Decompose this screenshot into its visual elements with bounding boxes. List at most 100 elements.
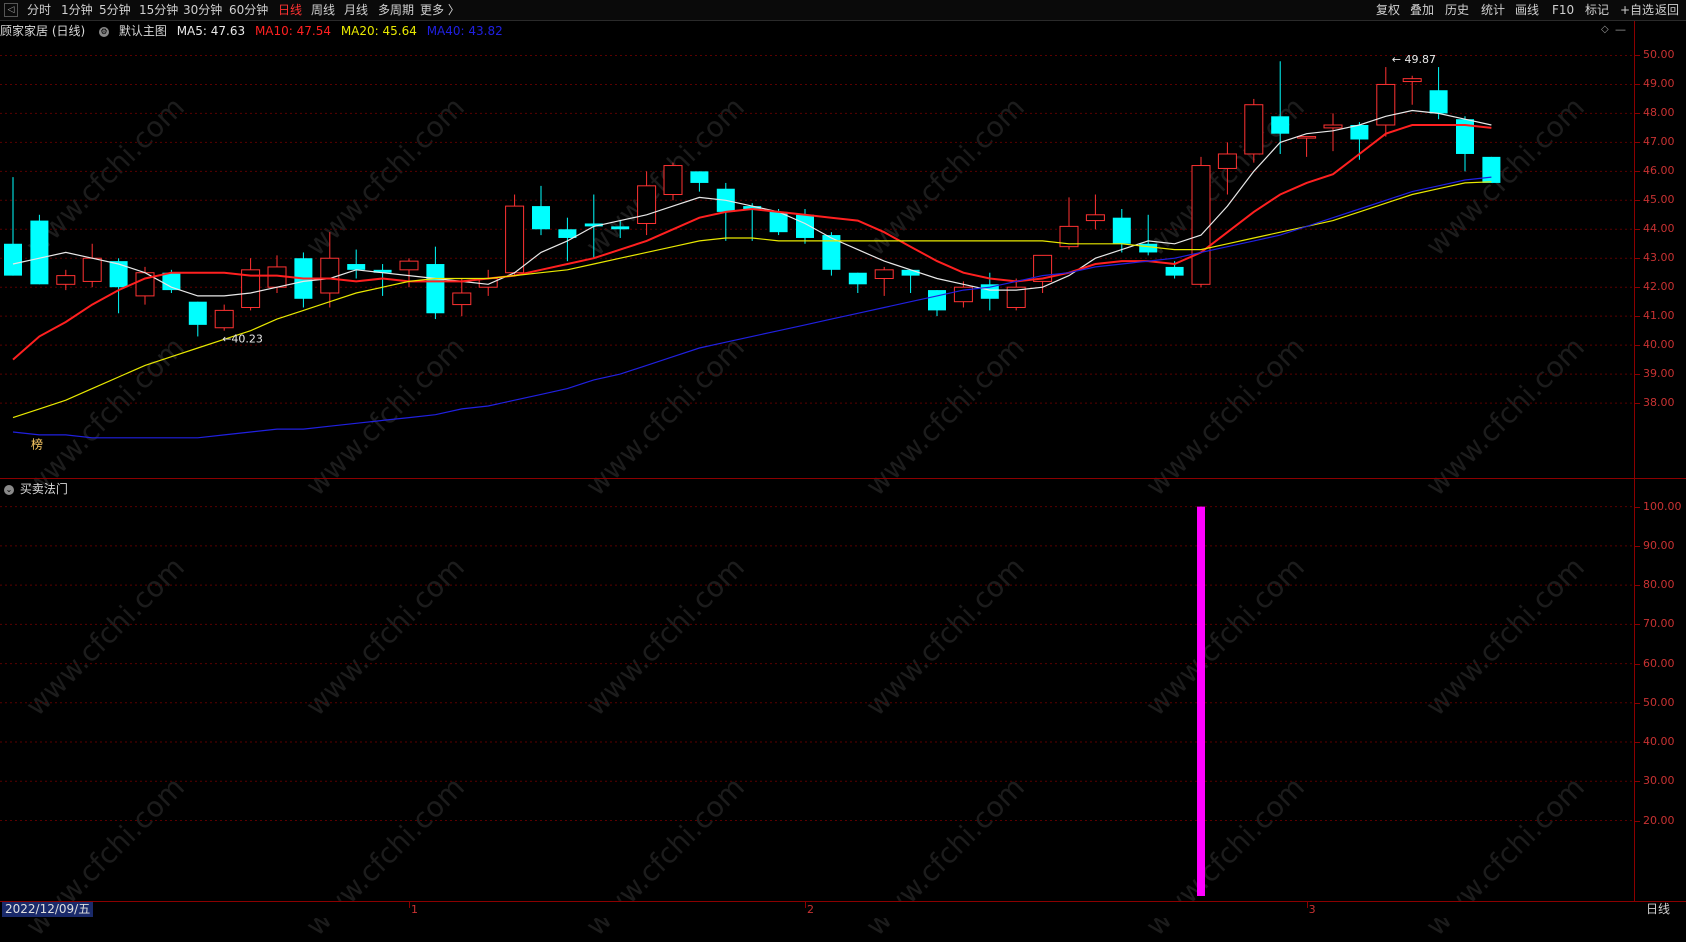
candle[interactable]: [1323, 113, 1343, 152]
candle[interactable]: [452, 278, 472, 317]
candle[interactable]: [320, 232, 340, 308]
period-tab-9[interactable]: 多周期: [378, 2, 414, 18]
month-tick: [805, 902, 806, 908]
candle-body: [1085, 214, 1105, 222]
main-chart-panel[interactable]: ← 49.87 ←40.23 榜: [0, 21, 1634, 479]
candle[interactable]: [82, 243, 102, 288]
signal-tick-label: 40.00: [1643, 735, 1675, 749]
chevron-down-icon[interactable]: ⌄: [4, 484, 14, 495]
signal-bar-chart[interactable]: [0, 479, 1634, 900]
candle[interactable]: [901, 269, 920, 293]
main-chart-legend: 顾家家居 (日线) ⚙ 默认主图 MA5: 47.63 MA10: 47.54 …: [0, 22, 509, 38]
sub-chart-panel[interactable]: [0, 479, 1634, 900]
period-tab-4[interactable]: 30分钟: [183, 2, 222, 18]
candle[interactable]: [214, 304, 234, 331]
candle[interactable]: [241, 258, 261, 311]
ma5-label: MA5: 47.63: [176, 24, 246, 38]
settings-icon[interactable]: ⚙: [99, 26, 110, 37]
candle[interactable]: [874, 266, 894, 296]
function-button-6[interactable]: 标记: [1585, 2, 1609, 18]
axis-tick: [1635, 403, 1640, 405]
candle[interactable]: [478, 269, 498, 296]
candle[interactable]: [1139, 214, 1158, 256]
period-tab-0[interactable]: 分时: [27, 2, 51, 18]
candle[interactable]: [1297, 136, 1317, 157]
selected-date: 2022/12/09/五: [2, 902, 94, 917]
signal-tick-label: 30.00: [1643, 774, 1675, 788]
axis-tick: [1635, 820, 1640, 822]
candle[interactable]: [30, 214, 49, 285]
price-axis[interactable]: 38.00 39.00 40.00 41.00 42.00 43.00 44.00 45.00…: [1634, 21, 1686, 901]
candle[interactable]: [822, 232, 841, 276]
indicator-name[interactable]: 默认主图: [119, 24, 167, 38]
price-tick-label: 45.00: [1643, 193, 1675, 207]
candle[interactable]: [188, 301, 207, 337]
candle-body: [637, 185, 657, 224]
period-tab-5[interactable]: 60分钟: [229, 2, 268, 18]
candle[interactable]: [505, 194, 525, 276]
candle[interactable]: [1429, 67, 1448, 120]
candle-body: [1217, 153, 1237, 169]
axis-tick: [1635, 742, 1640, 744]
candle[interactable]: [1191, 156, 1211, 288]
diamond-icon[interactable]: ◇: [1601, 24, 1609, 35]
period-tab-6[interactable]: 日线: [278, 2, 302, 18]
price-tick-label: 44.00: [1643, 222, 1675, 236]
candle-body: [347, 264, 366, 270]
candle[interactable]: [1482, 156, 1501, 183]
function-button-7[interactable]: +自选: [1620, 2, 1654, 18]
candle-body: [320, 257, 340, 294]
function-button-5[interactable]: F10: [1552, 2, 1574, 18]
ma10-line: [12, 124, 1492, 361]
ma10-label: MA10: 47.54: [254, 24, 331, 38]
candle[interactable]: [1217, 142, 1237, 195]
axis-tick: [1635, 585, 1640, 587]
function-button-0[interactable]: 复权: [1376, 2, 1400, 18]
candle[interactable]: [56, 269, 76, 291]
candle[interactable]: [637, 171, 657, 236]
candle[interactable]: [294, 252, 313, 308]
candle[interactable]: [426, 246, 445, 320]
candle[interactable]: [690, 171, 709, 192]
candle[interactable]: [1244, 98, 1264, 163]
candle-body: [1297, 136, 1317, 139]
period-tab-8[interactable]: 月线: [344, 2, 368, 18]
candle[interactable]: [663, 162, 683, 201]
candle[interactable]: [532, 185, 550, 236]
collapse-icon[interactable]: —: [1615, 23, 1626, 36]
candle[interactable]: [1112, 209, 1131, 253]
axis-tick: [1635, 84, 1640, 86]
marker-badge: 榜: [31, 437, 43, 452]
sub-indicator-title[interactable]: 买卖法门: [20, 482, 68, 496]
month-mark: 2: [807, 903, 814, 916]
period-tab-10[interactable]: 更多 〉: [420, 2, 460, 18]
candle-body: [214, 309, 234, 329]
function-button-4[interactable]: 画线: [1515, 2, 1539, 18]
period-tab-7[interactable]: 周线: [311, 2, 335, 18]
stock-title[interactable]: 顾家家居 (日线): [0, 24, 85, 38]
period-tab-2[interactable]: 5分钟: [99, 2, 131, 18]
function-button-8[interactable]: 返回: [1655, 2, 1679, 18]
signal-bar[interactable]: [1197, 506, 1205, 896]
period-tab-1[interactable]: 1分钟: [61, 2, 93, 18]
back-arrow-icon[interactable]: ◁: [4, 3, 18, 17]
period-tab-3[interactable]: 15分钟: [139, 2, 178, 18]
candle[interactable]: [1376, 67, 1396, 137]
ma40-label: MA40: 43.82: [426, 24, 503, 38]
signal-tick-label: 100.00: [1643, 499, 1682, 513]
price-tick-label: 50.00: [1643, 48, 1675, 62]
candle[interactable]: [4, 177, 22, 276]
function-button-1[interactable]: 叠加: [1410, 2, 1434, 18]
candle[interactable]: [347, 249, 366, 279]
signal-tick-label: 50.00: [1643, 695, 1675, 709]
function-button-3[interactable]: 统计: [1481, 2, 1505, 18]
candle[interactable]: [1402, 75, 1422, 105]
candle[interactable]: [1059, 197, 1079, 250]
candlestick-chart[interactable]: ← 49.87 ←40.23 榜: [0, 21, 1634, 478]
candle[interactable]: [1085, 194, 1105, 230]
candle-body: [56, 275, 76, 285]
function-button-2[interactable]: 历史: [1445, 2, 1469, 18]
candle[interactable]: [558, 217, 577, 262]
candle[interactable]: [848, 272, 867, 293]
candle-body: [901, 269, 920, 276]
